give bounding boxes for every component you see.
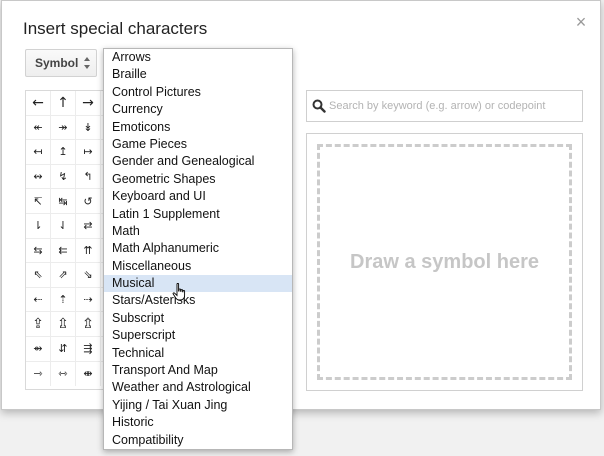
symbol-cell[interactable]: ⇂ <box>26 213 51 238</box>
dropdown-option[interactable]: Math <box>104 223 292 240</box>
category-select-value: Symbol <box>35 56 79 70</box>
symbol-cell[interactable]: ⇫ <box>51 312 76 336</box>
symbol-cell[interactable]: ⇬ <box>76 312 101 336</box>
symbol-cell[interactable]: ⇄ <box>76 213 101 238</box>
draw-area[interactable]: Draw a symbol here <box>306 133 583 391</box>
symbol-cell[interactable]: ⇿ <box>51 361 76 387</box>
symbol-cell[interactable]: ↭ <box>26 164 51 189</box>
symbol-cell[interactable]: ⇢ <box>76 287 101 312</box>
dropdown-option[interactable]: Gender and Genealogical <box>104 153 292 170</box>
symbol-cell[interactable]: ↦ <box>76 140 101 164</box>
symbol-grid-row: ⇴ ⇵ ⇶ <box>26 336 108 362</box>
close-icon[interactable]: × <box>572 13 590 31</box>
symbol-cell[interactable]: ⇪ <box>26 312 51 336</box>
symbol-grid-row: ↭ ↯ ↰ <box>26 164 108 190</box>
symbol-cell[interactable]: ↥ <box>51 140 76 164</box>
dialog-title: Insert special characters <box>23 19 208 38</box>
symbol-cell[interactable]: ⇇ <box>51 238 76 263</box>
symbol-cell[interactable]: ⇗ <box>51 263 76 287</box>
symbol-cell[interactable]: ⇾ <box>26 361 51 387</box>
dropdown-option[interactable]: Weather and Astrological <box>104 379 292 396</box>
dropdown-option[interactable]: Musical <box>104 275 292 293</box>
symbol-grid-row: ⇾ ⇿ ⇼ <box>26 361 108 387</box>
draw-area-label: Draw a symbol here <box>350 250 539 273</box>
symbol-cell[interactable]: ↹ <box>51 189 76 213</box>
symbol-grid-row: ⇪ ⇫ ⇬ <box>26 312 108 337</box>
dropdown-option[interactable]: Superscript <box>104 327 292 344</box>
symbol-grid-row: ⇂ ⇃ ⇄ <box>26 213 108 239</box>
symbol-grid-row: ↸ ↹ ↺ <box>26 189 108 214</box>
dropdown-option[interactable]: Latin 1 Supplement <box>104 206 292 223</box>
symbol-grid-row: ⇖ ⇗ ⇘ <box>26 263 108 288</box>
dropdown-option[interactable]: Arrows <box>104 49 292 66</box>
symbol-cell[interactable]: ⇃ <box>51 213 76 238</box>
symbol-cell[interactable]: ⇴ <box>26 336 51 361</box>
search-input[interactable] <box>329 94 577 118</box>
symbol-cell[interactable]: ⇆ <box>26 238 51 263</box>
dropdown-option[interactable]: Braille <box>104 66 292 83</box>
symbol-cell[interactable]: ⇵ <box>51 336 76 361</box>
symbol-cell[interactable]: ⇶ <box>76 336 101 361</box>
hand-cursor-icon <box>172 283 186 301</box>
dropdown-option[interactable]: Control Pictures <box>104 84 292 101</box>
symbol-cell[interactable]: ↠ <box>51 115 76 140</box>
symbol-cell[interactable]: ← <box>26 91 51 115</box>
symbol-cell[interactable]: ↤ <box>26 140 51 164</box>
draw-area-dashed-border[interactable]: Draw a symbol here <box>317 144 572 380</box>
symbol-cell[interactable]: ⇡ <box>51 287 76 312</box>
dropdown-option[interactable]: Subscript <box>104 310 292 327</box>
dropdown-option[interactable]: Emoticons <box>104 119 292 136</box>
dropdown-option[interactable]: Currency <box>104 101 292 118</box>
symbol-grid-row: ↤ ↥ ↦ <box>26 140 108 165</box>
symbol-cell[interactable]: ↰ <box>76 164 101 189</box>
symbol-cell[interactable]: ↑ <box>51 91 76 115</box>
symbol-cell[interactable]: ⇈ <box>76 238 101 263</box>
dropdown-option[interactable]: Yijing / Tai Xuan Jing <box>104 397 292 414</box>
symbol-grid-row: ← ↑ → <box>26 91 108 116</box>
dropdown-option[interactable]: Technical <box>104 345 292 362</box>
symbol-cell[interactable]: ↸ <box>26 189 51 213</box>
symbol-grid-row: ⇠ ⇡ ⇢ <box>26 287 108 313</box>
search-icon <box>312 99 326 113</box>
symbol-cell[interactable]: ↺ <box>76 189 101 213</box>
dropdown-option[interactable]: Geometric Shapes <box>104 171 292 188</box>
category-dropdown-menu: Arrows Braille Control Pictures Currency Emo… <box>103 48 293 450</box>
search-box <box>306 90 583 122</box>
symbol-cell[interactable]: ↞ <box>26 115 51 140</box>
symbol-grid-row: ↞ ↠ ↡ <box>26 115 108 141</box>
select-arrows-icon <box>84 57 90 69</box>
category-select[interactable]: Symbol <box>25 49 97 77</box>
dropdown-option[interactable]: Compatibility <box>104 432 292 449</box>
dropdown-option[interactable]: Stars/Asterisks <box>104 292 292 309</box>
symbol-cell[interactable]: ↡ <box>76 115 101 140</box>
symbol-cell[interactable]: ⇼ <box>76 361 101 387</box>
dropdown-option[interactable]: Historic <box>104 414 292 431</box>
dropdown-option[interactable]: Miscellaneous <box>104 258 292 275</box>
symbol-grid-row: ⇆ ⇇ ⇈ <box>26 238 108 264</box>
symbol-cell[interactable]: ⇖ <box>26 263 51 287</box>
dropdown-option[interactable]: Transport And Map <box>104 362 292 379</box>
dropdown-option[interactable]: Game Pieces <box>104 136 292 153</box>
symbol-cell[interactable]: ⇘ <box>76 263 101 287</box>
dropdown-option[interactable]: Math Alphanumeric <box>104 240 292 257</box>
symbol-grid: ← ↑ → ↞ ↠ ↡ ↤ ↥ ↦ ↭ ↯ ↰ ↸ ↹ ↺ ⇂ ⇃ ⇄ ⇆ ⇇ ⇈ ⇖ ⇗ ⇘ ⇠ ⇡ ⇢ ⇪ ⇫ ⇬ ⇴ ⇵ ⇶ ⇾ ⇿ ⇼ <box>25 90 109 390</box>
dropdown-option[interactable]: Keyboard and UI <box>104 188 292 205</box>
insert-special-characters-dialog: Insert special characters × Symbol ← ↑ → ↞ ↠… <box>1 0 601 410</box>
symbol-cell[interactable]: ⇠ <box>26 287 51 312</box>
symbol-cell[interactable]: ↯ <box>51 164 76 189</box>
symbol-cell[interactable]: → <box>76 91 101 115</box>
